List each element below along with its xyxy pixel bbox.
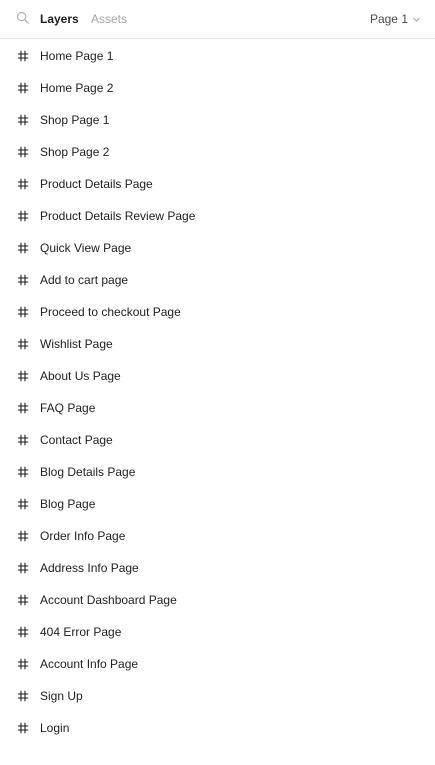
layer-item-label: Order Info Page (40, 529, 126, 543)
layer-item[interactable]: Home Page 2 (0, 72, 435, 104)
layer-item[interactable]: 404 Error Page (0, 616, 435, 648)
frame-icon (17, 274, 29, 286)
frame-icon (17, 370, 29, 382)
frame-icon (17, 498, 29, 510)
frame-icon (17, 722, 29, 734)
frame-icon (17, 114, 29, 126)
frame-icon (17, 82, 29, 94)
layer-item[interactable]: Quick View Page (0, 232, 435, 264)
frame-icon (17, 690, 29, 702)
layer-item-label: Account Dashboard Page (40, 593, 177, 607)
layer-item-label: Add to cart page (40, 273, 129, 287)
layer-item[interactable]: Address Info Page (0, 552, 435, 584)
frame-icon (17, 338, 29, 350)
layer-item-label: Product Details Page (40, 177, 153, 191)
frame-icon (17, 562, 29, 574)
layer-item-label: Blog Page (40, 497, 96, 511)
layers-list: Home Page 1 Home Page 2 Shop Page 1 Shop… (0, 40, 435, 744)
layer-item[interactable]: Product Details Page (0, 168, 435, 200)
layer-item-label: Product Details Review Page (40, 209, 196, 223)
layer-item-label: About Us Page (40, 369, 121, 383)
layer-item[interactable]: Blog Page (0, 488, 435, 520)
layer-item-label: Address Info Page (40, 561, 139, 575)
layer-item-label: Quick View Page (40, 241, 132, 255)
layer-item[interactable]: About Us Page (0, 360, 435, 392)
frame-icon (17, 146, 29, 158)
frame-icon (17, 50, 29, 62)
layer-item[interactable]: Wishlist Page (0, 328, 435, 360)
layer-item-label: 404 Error Page (40, 625, 122, 639)
layer-item-label: Home Page 2 (40, 81, 114, 95)
layer-item[interactable]: Account Info Page (0, 648, 435, 680)
layer-item[interactable]: Product Details Review Page (0, 200, 435, 232)
layer-item-label: Proceed to checkout Page (40, 305, 181, 319)
layer-item[interactable]: Add to cart page (0, 264, 435, 296)
layer-item-label: FAQ Page (40, 401, 96, 415)
layer-item-label: Login (40, 721, 70, 735)
layer-item[interactable]: Shop Page 1 (0, 104, 435, 136)
frame-icon (17, 242, 29, 254)
layer-item[interactable]: Account Dashboard Page (0, 584, 435, 616)
frame-icon (17, 530, 29, 542)
frame-icon (17, 178, 29, 190)
frame-icon (17, 626, 29, 638)
chevron-down-icon (413, 17, 420, 22)
frame-icon (17, 306, 29, 318)
layer-item-label: Contact Page (40, 433, 113, 447)
layer-item-label: Sign Up (40, 689, 83, 703)
layer-item-label: Shop Page 1 (40, 113, 110, 127)
layer-item[interactable]: Shop Page 2 (0, 136, 435, 168)
tab-assets[interactable]: Assets (91, 11, 127, 27)
frame-icon (17, 658, 29, 670)
layer-item-label: Home Page 1 (40, 49, 114, 63)
layer-item[interactable]: Login (0, 712, 435, 744)
layer-item[interactable]: Blog Details Page (0, 456, 435, 488)
layer-item[interactable]: FAQ Page (0, 392, 435, 424)
layer-item[interactable]: Home Page 1 (0, 40, 435, 72)
layer-item-label: Shop Page 2 (40, 145, 110, 159)
page-selector-label: Page 1 (369, 12, 408, 26)
frame-icon (17, 466, 29, 478)
layer-item[interactable]: Order Info Page (0, 520, 435, 552)
page-selector[interactable]: Page 1 (370, 11, 421, 27)
layer-item-label: Wishlist Page (40, 337, 113, 351)
layer-item-label: Blog Details Page (40, 465, 136, 479)
layer-item[interactable]: Proceed to checkout Page (0, 296, 435, 328)
panel-header: Layers Assets Page 1 (0, 0, 435, 39)
frame-icon (17, 594, 29, 606)
frame-icon (17, 402, 29, 414)
layer-item[interactable]: Contact Page (0, 424, 435, 456)
search-icon[interactable] (16, 11, 30, 25)
tab-layers[interactable]: Layers (40, 11, 79, 27)
layer-item-label: Account Info Page (40, 657, 139, 671)
frame-icon (17, 434, 29, 446)
frame-icon (17, 210, 29, 222)
layers-panel: Layers Assets Page 1 Home Page 1 Home Pa… (0, 0, 435, 765)
layer-item[interactable]: Sign Up (0, 680, 435, 712)
